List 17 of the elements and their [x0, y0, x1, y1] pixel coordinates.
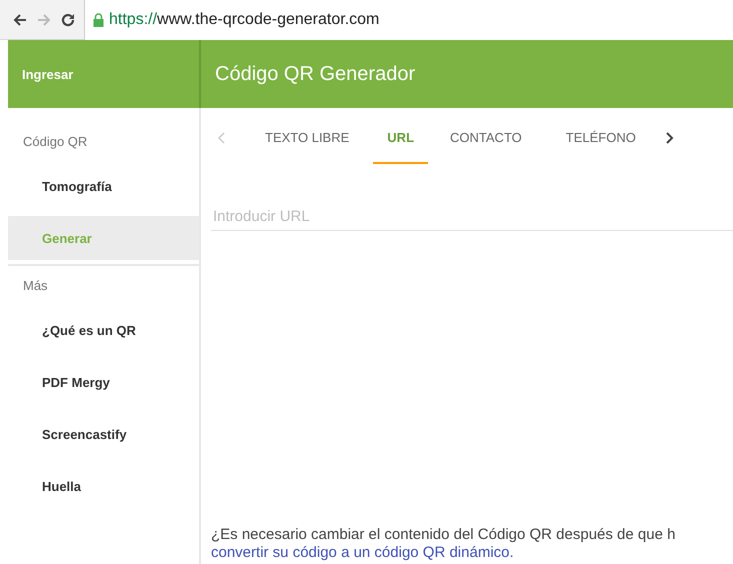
- tab[interactable]: TELÉFONO: [544, 112, 658, 164]
- sidebar-item[interactable]: Screencastify: [8, 412, 199, 456]
- address-bar[interactable]: https://www.the-qrcode-generator.com: [84, 0, 733, 40]
- notice-text: ¿Es necesario cambiar el contenido del Código QR después de que h: [211, 526, 676, 544]
- sidebar-heading: Más: [22, 276, 49, 294]
- dynamic-qr-link[interactable]: convertir su código a un código QR dinámico.: [211, 544, 514, 561]
- back-icon[interactable]: [12, 12, 28, 28]
- sidebar-item[interactable]: Huella: [8, 464, 199, 508]
- sidebar-item[interactable]: PDF Mergy: [8, 360, 199, 404]
- page-title: Código QR Generador: [214, 62, 416, 86]
- lock-icon: [93, 12, 104, 26]
- sidebar-item[interactable]: ¿Qué es un QR: [8, 308, 199, 352]
- sidebar-item[interactable]: Tomografía: [8, 164, 199, 208]
- tab[interactable]: CONTACTO: [428, 112, 544, 164]
- sidebar-heading: Código QR: [22, 132, 88, 151]
- reload-icon[interactable]: [60, 12, 76, 28]
- tab[interactable]: TEXTO LIBRE: [241, 112, 374, 164]
